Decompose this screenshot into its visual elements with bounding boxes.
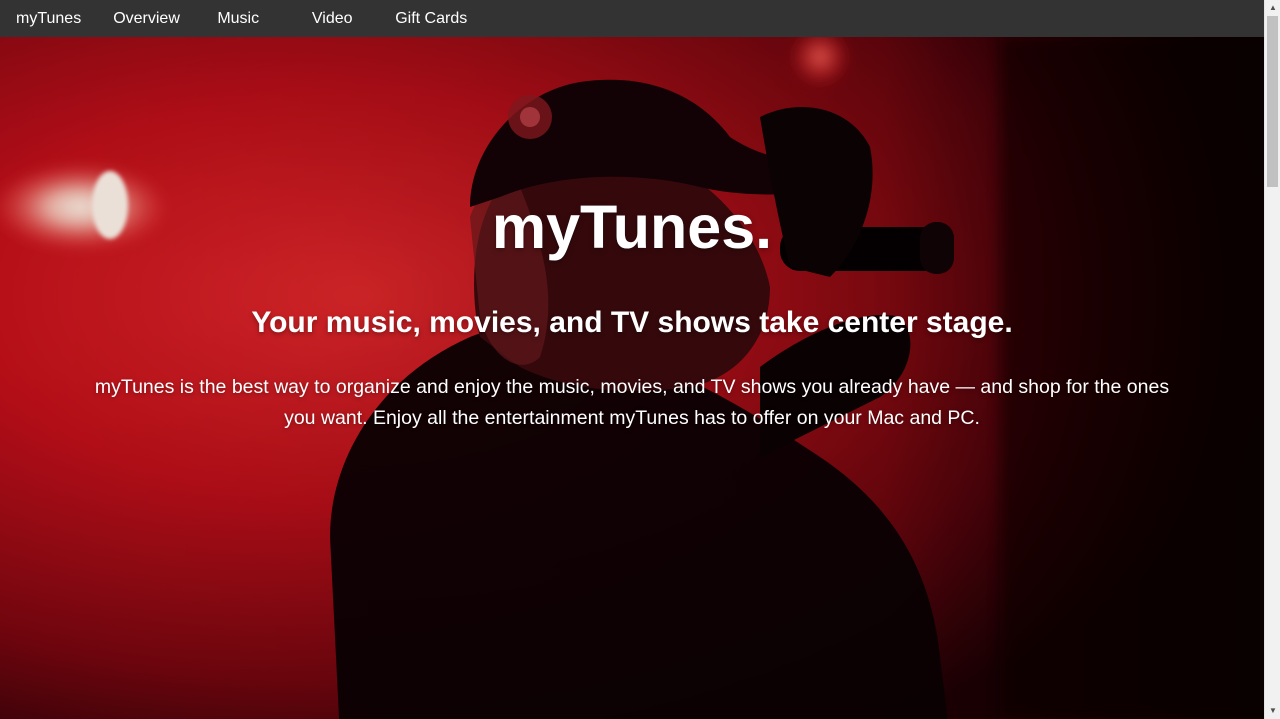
scrollbar-thumb[interactable] xyxy=(1267,16,1278,187)
chevron-up-icon[interactable]: ▲ xyxy=(1265,0,1280,16)
top-navigation: myTunes Overview Music Video Gift Cards xyxy=(0,0,1264,37)
hero-title: myTunes. xyxy=(491,193,773,261)
nav-item-gift-cards[interactable]: Gift Cards xyxy=(379,0,473,37)
nav-item-music[interactable]: Music xyxy=(191,0,285,37)
vertical-scrollbar[interactable]: ▲ ▼ xyxy=(1264,0,1280,719)
hero-section: myTunes. Your music, movies, and TV show… xyxy=(0,37,1264,719)
nav-item-video[interactable]: Video xyxy=(285,0,379,37)
hero-description: myTunes is the best way to organize and … xyxy=(94,376,1170,429)
chevron-down-icon[interactable]: ▼ xyxy=(1265,703,1280,719)
nav-brand-link[interactable]: myTunes xyxy=(0,0,97,37)
hero-subtitle: Your music, movies, and TV shows take ce… xyxy=(251,306,1013,339)
page: myTunes Overview Music Video Gift Cards xyxy=(0,0,1280,719)
nav-item-overview[interactable]: Overview xyxy=(97,0,191,37)
